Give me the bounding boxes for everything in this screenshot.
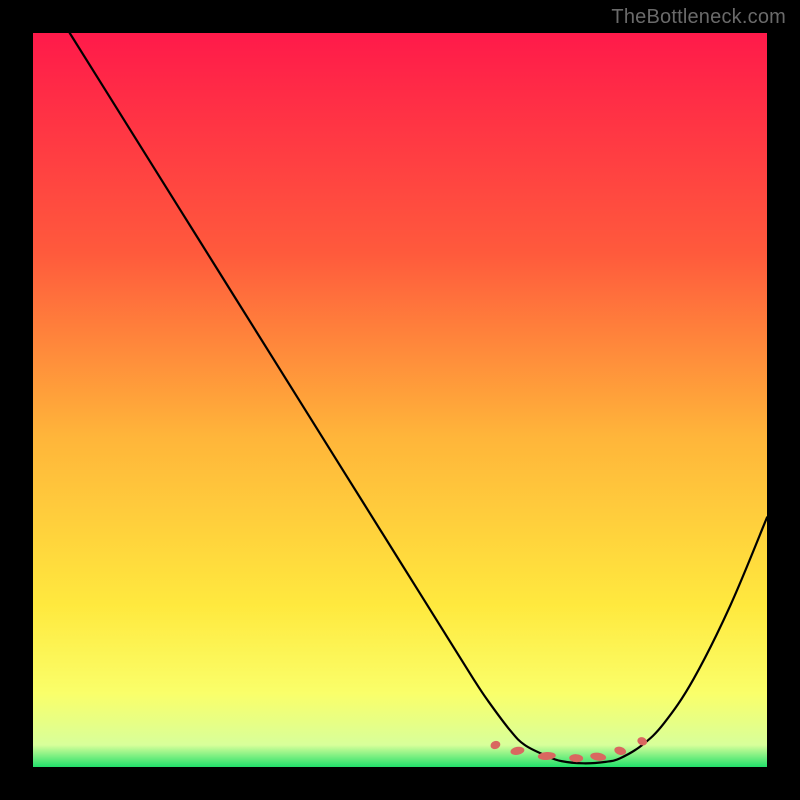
plot-background: [33, 33, 767, 767]
watermark-text: TheBottleneck.com: [611, 6, 786, 29]
chart-frame: TheBottleneck.com: [0, 0, 800, 800]
bottleneck-chart: [0, 0, 800, 800]
